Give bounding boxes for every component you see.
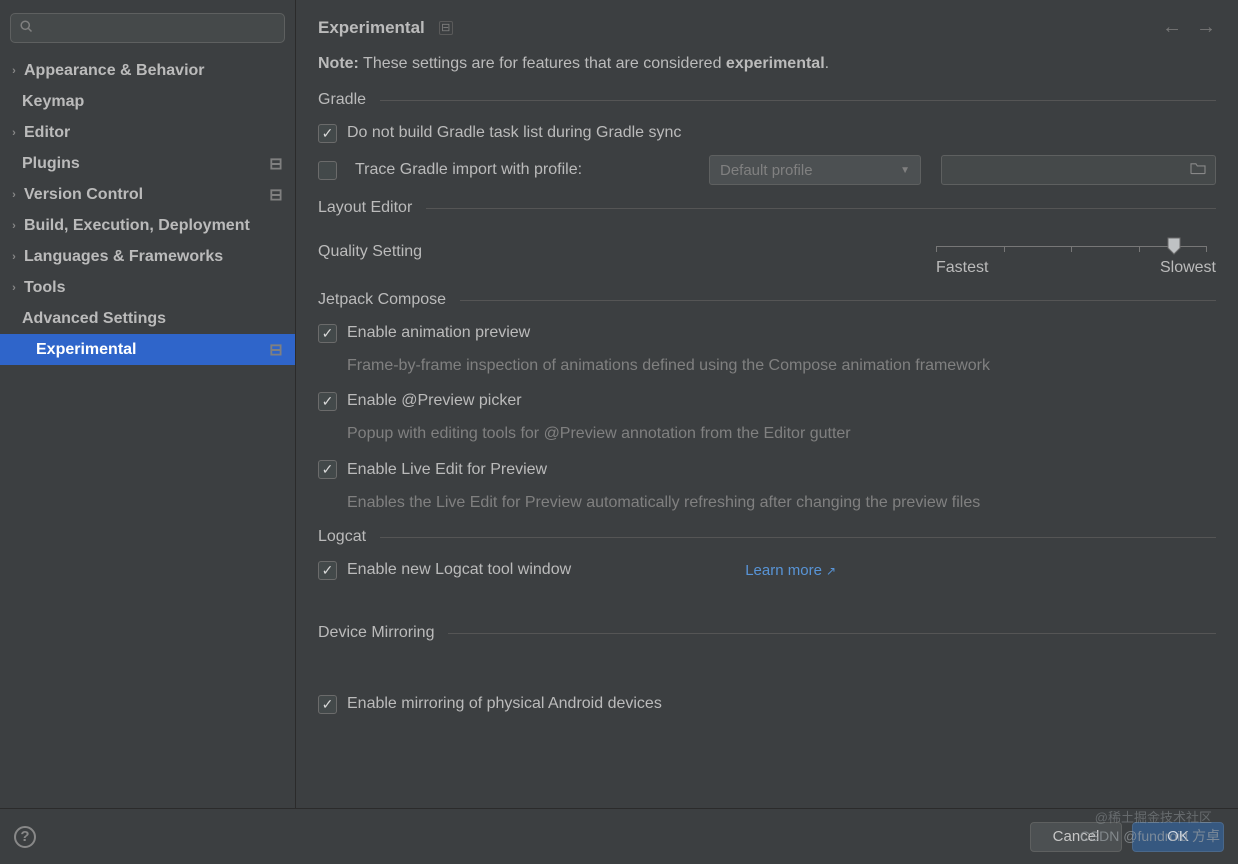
sidebar-item-version-control[interactable]: › Version Control⊟: [0, 179, 295, 210]
sidebar-item-label: Version Control: [24, 186, 267, 204]
section-jetpack-compose: Jetpack Compose: [318, 291, 1216, 309]
chevron-right-icon: ›: [8, 220, 20, 232]
checkbox-device-mirroring[interactable]: ✓: [318, 695, 337, 714]
checkbox-animation-preview[interactable]: ✓: [318, 324, 337, 343]
checkbox-live-edit[interactable]: ✓: [318, 460, 337, 479]
desc-preview-picker: Popup with editing tools for @Preview an…: [347, 423, 1216, 445]
sidebar-item-label: Editor: [24, 124, 285, 142]
settings-tree: › Appearance & Behavior Keymap › Editor Plugi…: [0, 53, 295, 808]
scope-badge-icon: ⊟: [267, 341, 285, 359]
sidebar-item-appearance-behavior[interactable]: › Appearance & Behavior: [0, 55, 295, 86]
sidebar-item-languages-frameworks[interactable]: › Languages & Frameworks: [0, 241, 295, 272]
external-link-icon: ↗: [826, 564, 836, 578]
sidebar-item-label: Plugins: [22, 155, 267, 173]
scope-badge-icon: ⊟: [267, 186, 285, 204]
chevron-right-icon: ›: [8, 282, 20, 294]
sidebar-item-label: Appearance & Behavior: [24, 62, 285, 80]
settings-search[interactable]: [10, 13, 285, 43]
sidebar-item-keymap[interactable]: Keymap: [0, 86, 295, 117]
page-title: Experimental: [318, 18, 425, 38]
section-gradle: Gradle: [318, 91, 1216, 109]
cancel-button[interactable]: Cancel: [1030, 822, 1122, 852]
desc-animation-preview: Frame-by-frame inspection of animations …: [347, 355, 1216, 377]
checkbox-preview-picker[interactable]: ✓: [318, 392, 337, 411]
ok-button[interactable]: OK: [1132, 822, 1224, 852]
section-layout-editor: Layout Editor: [318, 199, 1216, 217]
label-device-mirroring: Enable mirroring of physical Android dev…: [347, 695, 662, 713]
section-device-mirroring: Device Mirroring: [318, 624, 1216, 642]
history-forward-icon[interactable]: →: [1196, 16, 1216, 39]
sidebar-item-label: Keymap: [22, 93, 285, 111]
profile-combo[interactable]: Default profile ▼: [709, 155, 921, 185]
profile-path-input[interactable]: [941, 155, 1216, 185]
label-trace-gradle: Trace Gradle import with profile:: [355, 161, 582, 179]
dialog-buttons: ? Cancel OK: [0, 808, 1238, 864]
slider-label-left: Fastest: [936, 259, 988, 277]
search-icon: [19, 19, 34, 38]
sidebar-item-tools[interactable]: › Tools: [0, 272, 295, 303]
sidebar-item-label: Languages & Frameworks: [24, 248, 285, 266]
sidebar-item-label: Advanced Settings: [22, 310, 285, 328]
help-button[interactable]: ?: [14, 826, 36, 848]
slider-thumb[interactable]: [1167, 237, 1181, 255]
checkbox-trace-gradle[interactable]: ✓: [318, 161, 337, 180]
slider-tick: [1004, 246, 1005, 252]
label-new-logcat: Enable new Logcat tool window: [347, 561, 571, 579]
desc-live-edit: Enables the Live Edit for Preview automa…: [347, 492, 1216, 514]
sidebar-item-label: Experimental: [36, 341, 267, 359]
label-animation-preview: Enable animation preview: [347, 324, 530, 342]
scope-badge-icon: ⊟: [439, 21, 453, 35]
sidebar-item-build-execution-deployment[interactable]: › Build, Execution, Deployment: [0, 210, 295, 241]
learn-more-link[interactable]: Learn more↗: [745, 562, 836, 579]
sidebar-item-plugins[interactable]: Plugins⊟: [0, 148, 295, 179]
slider-tick: [1071, 246, 1072, 252]
sidebar-item-label: Tools: [24, 279, 285, 297]
slider-tick: [1206, 246, 1207, 252]
quality-slider[interactable]: Fastest Slowest: [936, 239, 1216, 277]
chevron-down-icon: ▼: [900, 165, 910, 176]
sidebar-item-advanced-settings[interactable]: Advanced Settings: [0, 303, 295, 334]
chevron-right-icon: ›: [8, 65, 20, 77]
settings-content: Experimental ⊟ ← → Note: These settings …: [296, 0, 1238, 808]
quality-label: Quality Setting: [318, 239, 936, 261]
chevron-right-icon: ›: [8, 251, 20, 263]
slider-tick: [936, 246, 937, 252]
sidebar-item-editor[interactable]: › Editor: [0, 117, 295, 148]
chevron-right-icon: ›: [8, 189, 20, 201]
slider-label-right: Slowest: [1160, 259, 1216, 277]
search-input[interactable]: [40, 20, 276, 36]
section-logcat: Logcat: [318, 528, 1216, 546]
label-live-edit: Enable Live Edit for Preview: [347, 461, 547, 479]
label-preview-picker: Enable @Preview picker: [347, 392, 522, 410]
slider-tick: [1139, 246, 1140, 252]
chevron-right-icon: ›: [8, 127, 20, 139]
note-text: Note: These settings are for features th…: [318, 55, 1216, 73]
settings-sidebar: › Appearance & Behavior Keymap › Editor Plugi…: [0, 0, 296, 808]
scope-badge-icon: ⊟: [267, 155, 285, 173]
checkbox-gradle-no-task-list[interactable]: ✓: [318, 124, 337, 143]
sidebar-item-experimental[interactable]: Experimental⊟: [0, 334, 295, 365]
sidebar-item-label: Build, Execution, Deployment: [24, 217, 285, 235]
folder-icon: [1189, 161, 1207, 180]
checkbox-new-logcat[interactable]: ✓: [318, 561, 337, 580]
history-back-icon[interactable]: ←: [1162, 16, 1182, 39]
label-gradle-no-task-list: Do not build Gradle task list during Gra…: [347, 124, 681, 142]
